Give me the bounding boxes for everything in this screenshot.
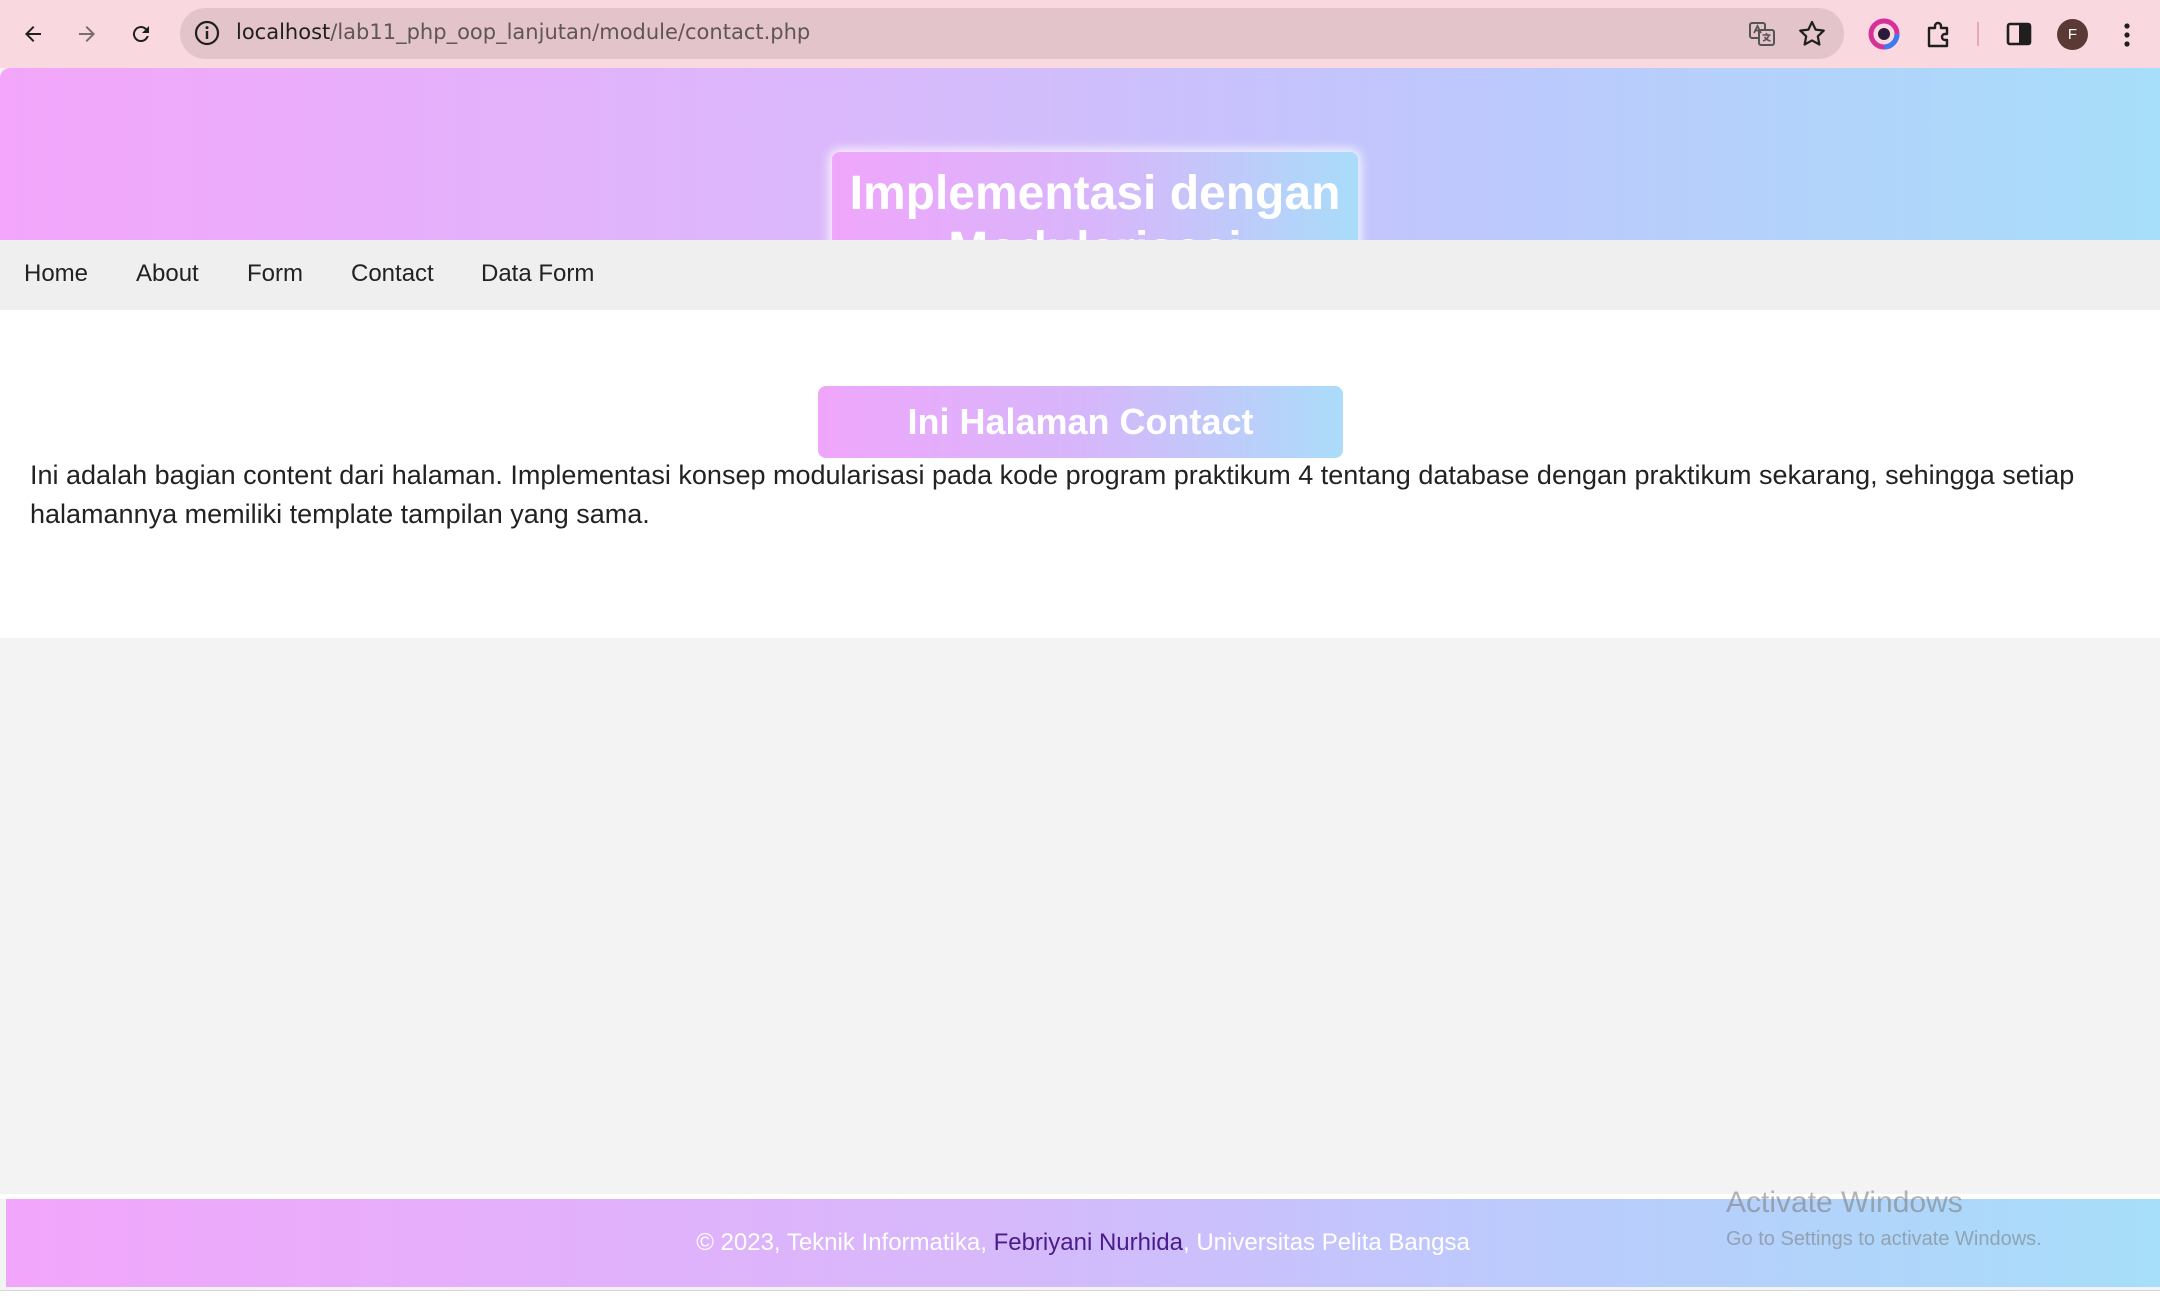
nav-form[interactable]: Form	[247, 260, 303, 288]
nav-contact[interactable]: Contact	[351, 260, 434, 288]
content-heading: Ini Halaman Contact	[907, 401, 1254, 442]
url-text: localhost/lab11_php_oop_lanjutan/module/…	[236, 20, 810, 44]
extensions-puzzle-icon[interactable]	[1921, 17, 1955, 51]
footer-author: Febriyani Nurhida	[993, 1229, 1183, 1256]
main-content: Ini Halaman Contact Ini adalah bagian co…	[0, 310, 2160, 638]
content-heading-card: Ini Halaman Contact	[818, 386, 1343, 458]
site-info-icon[interactable]	[192, 18, 222, 48]
nav-home[interactable]: Home	[24, 260, 88, 288]
translate-icon[interactable]	[1746, 18, 1778, 50]
watermark-subtitle: Go to Settings to activate Windows.	[1726, 1228, 2042, 1250]
forward-button[interactable]	[67, 14, 107, 54]
watermark-title: Activate Windows	[1726, 1186, 1963, 1219]
back-button[interactable]	[13, 14, 53, 54]
reload-icon	[132, 26, 149, 43]
more-menu-icon[interactable]	[2112, 18, 2142, 52]
main-nav: Home About Form Contact Data Form	[0, 240, 2160, 310]
nav-about[interactable]: About	[136, 260, 199, 288]
forward-arrow-icon	[79, 26, 95, 42]
url-path: /lab11_php_oop_lanjutan/module/contact.p…	[330, 20, 811, 44]
footer-suffix: , Universitas Pelita Bangsa	[1183, 1229, 1470, 1256]
color-extension-icon[interactable]	[1867, 17, 1901, 51]
profile-avatar[interactable]: F	[2057, 19, 2088, 50]
back-arrow-icon	[25, 26, 41, 42]
browser-toolbar: localhost/lab11_php_oop_lanjutan/module/…	[0, 0, 2160, 68]
window-bottom-edge	[0, 1290, 2160, 1299]
side-panel-icon[interactable]	[2002, 17, 2036, 51]
nav-data-form[interactable]: Data Form	[481, 260, 594, 288]
windows-activation-watermark: Activate Windows Go to Settings to activ…	[1726, 1186, 2042, 1251]
bookmark-star-icon[interactable]	[1796, 18, 1828, 50]
footer-prefix: © 2023, Teknik Informatika,	[696, 1229, 994, 1256]
address-bar[interactable]: localhost/lab11_php_oop_lanjutan/module/…	[180, 8, 1844, 59]
page-header: Implementasi dengan Modularisasi	[0, 68, 2160, 292]
content-paragraph: Ini adalah bagian content dari halaman. …	[30, 460, 2075, 529]
toolbar-divider	[1977, 22, 1979, 46]
footer-text: © 2023, Teknik Informatika, Febriyani Nu…	[696, 1229, 1470, 1257]
reload-button[interactable]	[121, 14, 161, 54]
url-host: localhost	[236, 20, 331, 44]
